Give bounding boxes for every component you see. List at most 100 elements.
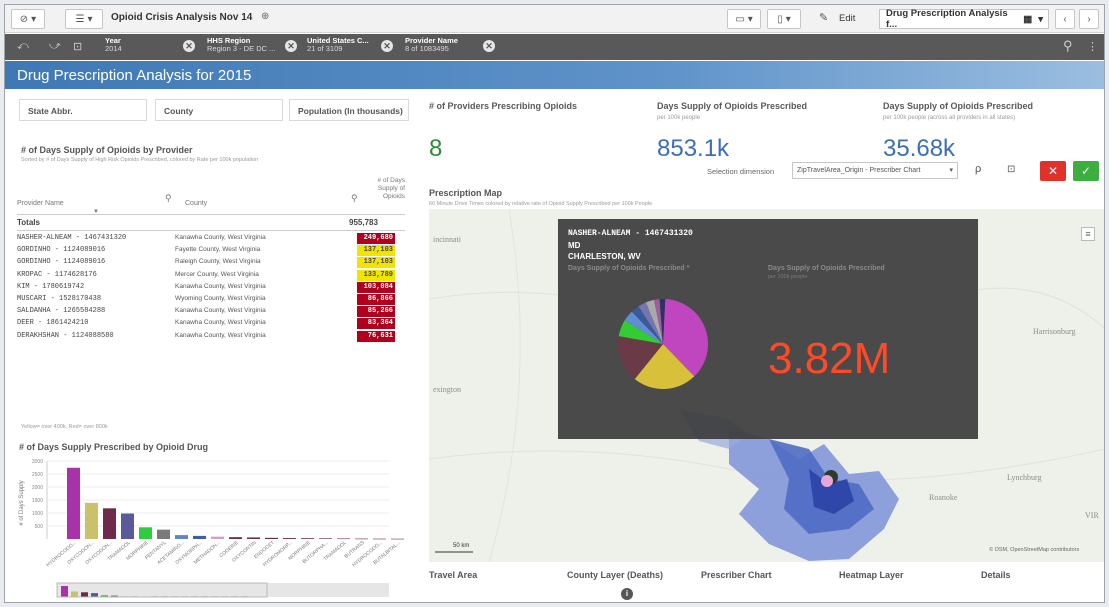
cell-county: Fayette County, West Virginia <box>175 246 261 254</box>
bar[interactable] <box>67 467 80 539</box>
chevron-left-icon: ‹ <box>1063 13 1067 25</box>
column-header-provider[interactable]: Provider Name <box>17 200 64 207</box>
map-attribution: © OSM, OpenStreetMap contributors <box>989 547 1080 553</box>
bookmark-icon: ▯ <box>777 13 783 25</box>
clear-selections-icon[interactable]: ⊡ <box>73 40 82 53</box>
cell-provider: GORDINHO - 1124089016 <box>17 246 106 255</box>
bar[interactable] <box>139 527 152 539</box>
x-tick-label: HYDROCODO... <box>45 540 77 569</box>
map-place-label: exington <box>433 385 461 394</box>
bar[interactable] <box>373 538 386 540</box>
map-menu-icon[interactable]: ≡ <box>1081 227 1095 241</box>
chevron-down-icon: ▾ <box>785 13 791 25</box>
close-icon[interactable]: ✕ <box>183 40 195 52</box>
cell-county: Kanawha County, West Virginia <box>175 234 266 241</box>
selections-bar: ⤺ ⤻ ⊡ Year 2014 ✕ HHS Region Region 3 - … <box>5 34 1104 60</box>
previous-sheet-button[interactable]: ‹ <box>1055 9 1075 29</box>
close-icon[interactable]: ✕ <box>381 40 393 52</box>
selection-chip-year[interactable]: Year 2014 <box>105 37 175 57</box>
bar[interactable] <box>85 502 98 539</box>
bookmark-button[interactable]: ▯ ▾ <box>767 9 801 29</box>
info-icon[interactable]: i <box>621 588 633 600</box>
cell-value: 103,084 <box>357 281 395 293</box>
table-row[interactable]: GORDINHO - 1124089016 Fayette County, Wes… <box>17 245 395 257</box>
table-row[interactable]: MUSCARI - 1528170438 Wyoming County, West… <box>17 294 395 305</box>
bar[interactable] <box>229 537 242 539</box>
sheet-title: Drug Prescription Analysis for 2015 <box>17 67 252 84</box>
bar[interactable] <box>265 537 278 539</box>
tooltip-degree: MD <box>568 241 581 250</box>
selection-chip-county[interactable]: United States C... 21 of 3109 <box>307 37 377 57</box>
tooltip-column-2: Days Supply of Opioids Prescribed <box>768 265 885 272</box>
bar[interactable] <box>337 538 350 540</box>
tab-travel-area[interactable]: Travel Area <box>429 570 477 580</box>
bar[interactable] <box>175 535 188 539</box>
selection-chip-provider[interactable]: Provider Name 8 of 1083495 <box>405 37 475 57</box>
search-icon[interactable]: ⚲ <box>165 193 172 204</box>
map-title: Prescription Map <box>429 188 503 198</box>
pencil-icon[interactable]: ✎ <box>819 11 828 24</box>
bar[interactable] <box>103 508 116 539</box>
clear-selection-icon[interactable]: ⊡ <box>1007 164 1015 175</box>
tab-prescriber-chart[interactable]: Prescriber Chart <box>701 570 772 580</box>
bar-chart-title: # of Days Supply Prescribed by Opioid Dr… <box>19 442 209 452</box>
selection-chip-hhs-region[interactable]: HHS Region Region 3 - DE DC ... <box>207 37 277 57</box>
map-place-label: incinnati <box>433 235 461 244</box>
scrollbar-preview-bar <box>61 586 68 597</box>
table-row[interactable]: NASHER-ALNEAM - 1467431320 Kanawha County… <box>17 233 395 244</box>
bar[interactable] <box>157 529 170 539</box>
bar[interactable] <box>301 538 314 539</box>
column-header-value[interactable]: # of Days Supply of Opioids <box>365 177 405 201</box>
bar[interactable] <box>121 513 134 539</box>
cell-provider: GORDINHO - 1124089016 <box>17 258 106 267</box>
tab-county-layer[interactable]: County Layer (Deaths) <box>567 570 663 580</box>
kpi-subtitle: per 100k people <box>657 115 701 121</box>
cancel-selection-button[interactable]: ✕ <box>1040 161 1066 181</box>
bar[interactable] <box>211 536 224 539</box>
bar-chart[interactable]: 3000 2500 2000 1500 1000 500 # of Days Supply H… <box>13 455 413 601</box>
search-icon[interactable]: ⚲ <box>351 193 358 204</box>
edit-button[interactable]: Edit <box>839 13 855 24</box>
table-row[interactable]: DEER - 1861424210 Kanawha County, West Vi… <box>17 318 395 330</box>
selection-dimension-dropdown[interactable]: ZipTravelArea_Origin - Prescriber Chart … <box>792 162 958 179</box>
scrollbar-track[interactable] <box>57 583 389 597</box>
table-row[interactable]: GORDINHO - 1124089016 Raleigh County, Wes… <box>17 257 395 269</box>
smart-search-icon[interactable]: ⋮ <box>1087 40 1098 53</box>
close-icon[interactable]: ✕ <box>483 40 495 52</box>
filter-county[interactable]: County <box>155 99 283 121</box>
sheet-selector[interactable]: Drug Prescription Analysis f... ▦ ▾ <box>879 8 1049 30</box>
close-icon[interactable]: ✕ <box>285 40 297 52</box>
bar[interactable] <box>391 538 404 540</box>
search-icon[interactable]: ⚲ <box>1063 38 1073 54</box>
lasso-icon[interactable]: ρ <box>975 163 981 175</box>
map-place-label: Lynchburg <box>1007 473 1042 482</box>
cell-value: 83,364 <box>357 318 395 330</box>
tab-heatmap-layer[interactable]: Heatmap Layer <box>839 570 904 580</box>
bar[interactable] <box>319 538 332 539</box>
present-button[interactable]: ▭ ▾ <box>727 9 761 29</box>
confirm-selection-button[interactable]: ✓ <box>1073 161 1099 181</box>
table-row[interactable]: KROPAC - 1174628176 Mercer County, West V… <box>17 269 395 281</box>
table-row[interactable]: KIM - 1780619742 Kanawha County, West Vir… <box>17 281 395 293</box>
navigation-menu-button[interactable]: ⊘ ▾ <box>11 9 45 29</box>
bar[interactable] <box>355 538 368 540</box>
bar[interactable] <box>193 535 206 539</box>
cell-value: 86,866 <box>357 294 395 305</box>
column-header-county[interactable]: County <box>185 200 207 207</box>
cell-value: 137,103 <box>357 245 395 257</box>
y-axis-label: # of Days Supply <box>19 480 25 525</box>
sheet-list-button[interactable]: ☰ ▾ <box>65 9 103 29</box>
divider <box>17 214 405 215</box>
bar[interactable] <box>247 537 260 539</box>
kpi-subtitle: per 100k people (across all providers in… <box>883 115 1016 121</box>
step-back-icon[interactable]: ⤺ <box>17 40 29 53</box>
cell-value: 76,631 <box>357 330 395 342</box>
filter-state[interactable]: State Abbr. <box>19 99 147 121</box>
table-row[interactable]: DERAKHSHAN - 1124088580 Kanawha County, W… <box>17 330 395 342</box>
next-sheet-button[interactable]: › <box>1079 9 1099 29</box>
filter-population[interactable]: Population (In thousands) <box>289 99 409 121</box>
tab-details[interactable]: Details <box>981 570 1011 580</box>
step-forward-icon[interactable]: ⤻ <box>49 40 61 53</box>
bar[interactable] <box>283 538 296 539</box>
table-row[interactable]: SALDANHA - 1265584288 Kanawha County, Wes… <box>17 306 395 318</box>
